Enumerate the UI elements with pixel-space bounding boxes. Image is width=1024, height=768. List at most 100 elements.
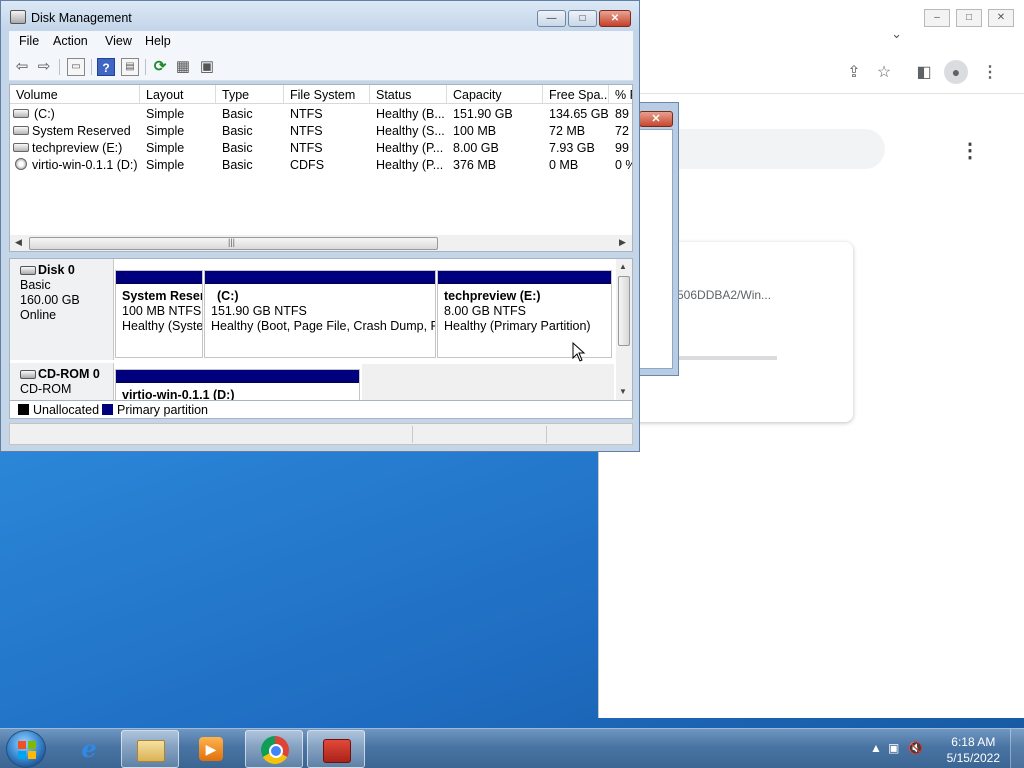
page-kebab-menu-icon[interactable]: ⋮ — [960, 138, 980, 163]
taskbar-internet-explorer[interactable]: e — [60, 730, 118, 768]
empty-disk-area — [362, 364, 614, 400]
start-button[interactable] — [6, 730, 46, 768]
minimize-button[interactable]: — — [537, 10, 566, 27]
partition-header — [205, 271, 435, 284]
menu-view[interactable]: View — [105, 34, 132, 48]
show-hidden-icons-icon[interactable]: ▲ — [870, 741, 882, 755]
partition-virtio-win[interactable]: virtio-win-0.1.1 (D:) — [115, 369, 360, 400]
toolbar-separator — [145, 59, 146, 75]
folder-icon — [137, 740, 165, 762]
mouse-cursor-icon — [572, 342, 586, 362]
disk-icon — [13, 143, 29, 152]
cell-file-system: NTFS — [290, 141, 323, 155]
network-icon[interactable]: ▣ — [888, 741, 899, 755]
share-icon[interactable]: ⇪ — [843, 62, 865, 84]
chrome-maximize-button[interactable]: □ — [956, 9, 982, 27]
column-file-system[interactable]: File System — [284, 85, 370, 104]
toolbar: ⇦ ⇨ ▭ ? ▤ ⟳ ▦ ▣ — [9, 53, 633, 81]
menu-action[interactable]: Action — [53, 34, 88, 48]
table-row[interactable]: virtio-win-0.1.1 (D:) Simple Basic CDFS … — [10, 156, 632, 173]
dialog-close-button[interactable]: ✕ — [639, 111, 673, 127]
partition-system-reserved[interactable]: System Reser 100 MB NTFS Healthy (Syste — [115, 270, 203, 358]
column-type[interactable]: Type — [216, 85, 284, 104]
chrome-window-controls: – □ ✕ — [924, 9, 1014, 27]
legend-primary-partition: Primary partition — [117, 403, 208, 417]
cell-layout: Simple — [146, 124, 185, 138]
disk-0-label[interactable]: Disk 0 Basic 160.00 GB Online — [10, 259, 114, 360]
dm-titlebar[interactable]: Disk Management — □ ✕ — [1, 1, 639, 31]
show-desktop-button[interactable] — [1010, 729, 1024, 768]
cell-type: Basic — [222, 158, 253, 172]
table-row[interactable]: techpreview (E:) Simple Basic NTFS Healt… — [10, 139, 632, 156]
profile-avatar-icon[interactable]: ● — [944, 60, 968, 84]
taskbar: e ▶ ▲ ▣ 🔇 6:18 AM 5/15/2022 — [0, 728, 1024, 768]
vertical-scrollbar[interactable]: ▲ ▼ — [616, 259, 632, 400]
cell-status: Healthy (P... — [376, 141, 444, 155]
menu-file[interactable]: File — [19, 34, 39, 48]
partition-size: 151.90 GB NTFS — [211, 304, 307, 318]
taskbar-chrome[interactable] — [245, 730, 303, 768]
windows-logo-icon — [18, 741, 36, 759]
column-percent-free[interactable]: % F — [609, 85, 632, 104]
disk-management-app-icon — [10, 10, 26, 24]
refresh-icon[interactable]: ⟳ — [151, 58, 169, 76]
volume-muted-icon[interactable]: 🔇 — [908, 741, 923, 755]
show-hide-console-tree-icon[interactable]: ▭ — [67, 58, 85, 76]
bookmark-star-icon[interactable]: ☆ — [873, 62, 895, 84]
column-layout[interactable]: Layout — [140, 85, 216, 104]
side-panel-icon[interactable]: ◧ — [913, 62, 935, 84]
horizontal-scroll-thumb[interactable]: ||| — [29, 237, 438, 250]
rescan-disks-icon[interactable]: ▣ — [198, 58, 216, 76]
cell-percent-free: 99 — [615, 141, 629, 155]
column-free-space[interactable]: Free Spa... — [543, 85, 609, 104]
partition-c[interactable]: (C:) 151.90 GB NTFS Healthy (Boot, Page … — [204, 270, 436, 358]
table-row[interactable]: System Reserved Simple Basic NTFS Health… — [10, 122, 632, 139]
cell-status: Healthy (B... — [376, 107, 445, 121]
maximize-button[interactable]: □ — [568, 10, 597, 27]
scroll-down-icon[interactable]: ▼ — [619, 387, 627, 396]
forward-arrow-icon[interactable]: ⇨ — [35, 58, 53, 76]
properties-icon[interactable]: ▦ — [174, 58, 192, 76]
tab-search-chevron-icon[interactable]: ⌄ — [891, 26, 902, 42]
background-dialog: ✕ — [636, 102, 679, 376]
back-arrow-icon[interactable]: ⇦ — [13, 58, 31, 76]
scroll-up-icon[interactable]: ▲ — [619, 262, 627, 271]
cell-status: Healthy (P... — [376, 158, 444, 172]
taskbar-disk-management[interactable] — [307, 730, 365, 768]
menu-help[interactable]: Help — [145, 34, 171, 48]
column-volume[interactable]: Volume — [10, 85, 140, 104]
chrome-titlebar: – □ ✕ ⌄ — [599, 0, 1024, 48]
taskbar-windows-explorer[interactable] — [121, 730, 179, 768]
cell-file-system: NTFS — [290, 107, 323, 121]
chrome-close-button[interactable]: ✕ — [988, 9, 1014, 27]
disk-graphical-view: Disk 0 Basic 160.00 GB Online System Res… — [9, 258, 633, 401]
partition-status: Healthy (Boot, Page File, Crash Dump, Pr — [211, 319, 435, 333]
horizontal-scrollbar[interactable]: ◀ ||| ▶ — [10, 235, 632, 251]
vertical-scroll-thumb[interactable] — [618, 276, 630, 346]
cell-capacity: 8.00 GB — [453, 141, 499, 155]
grip-icon: ||| — [228, 237, 236, 247]
cdrom-0-label[interactable]: CD-ROM 0 CD-ROM — [10, 363, 114, 400]
cell-layout: Simple — [146, 158, 185, 172]
cell-file-system: NTFS — [290, 124, 323, 138]
unallocated-swatch — [18, 404, 29, 415]
clock[interactable]: 6:18 AM 5/15/2022 — [947, 734, 1000, 766]
taskbar-media-player[interactable]: ▶ — [182, 730, 240, 768]
cell-free-space: 0 MB — [549, 158, 579, 172]
column-capacity[interactable]: Capacity — [447, 85, 543, 104]
chrome-menu-icon[interactable]: ⋮ — [979, 62, 1001, 84]
partition-name: (C:) — [217, 289, 239, 303]
scroll-left-icon[interactable]: ◀ — [15, 237, 22, 248]
help-icon[interactable]: ? — [97, 58, 115, 76]
column-status[interactable]: Status — [370, 85, 447, 104]
chrome-minimize-button[interactable]: – — [924, 9, 950, 27]
close-button[interactable]: ✕ — [599, 10, 631, 27]
scroll-right-icon[interactable]: ▶ — [619, 237, 626, 248]
disk-state: Online — [20, 308, 57, 322]
media-player-icon: ▶ — [199, 737, 223, 761]
table-row[interactable]: (C:) Simple Basic NTFS Healthy (B... 151… — [10, 105, 632, 122]
show-hide-action-pane-icon[interactable]: ▤ — [121, 58, 139, 76]
partition-name: techpreview (E:) — [444, 289, 541, 303]
menu-bar: File Action View Help — [9, 31, 633, 53]
disk-size: 160.00 GB — [20, 293, 80, 307]
